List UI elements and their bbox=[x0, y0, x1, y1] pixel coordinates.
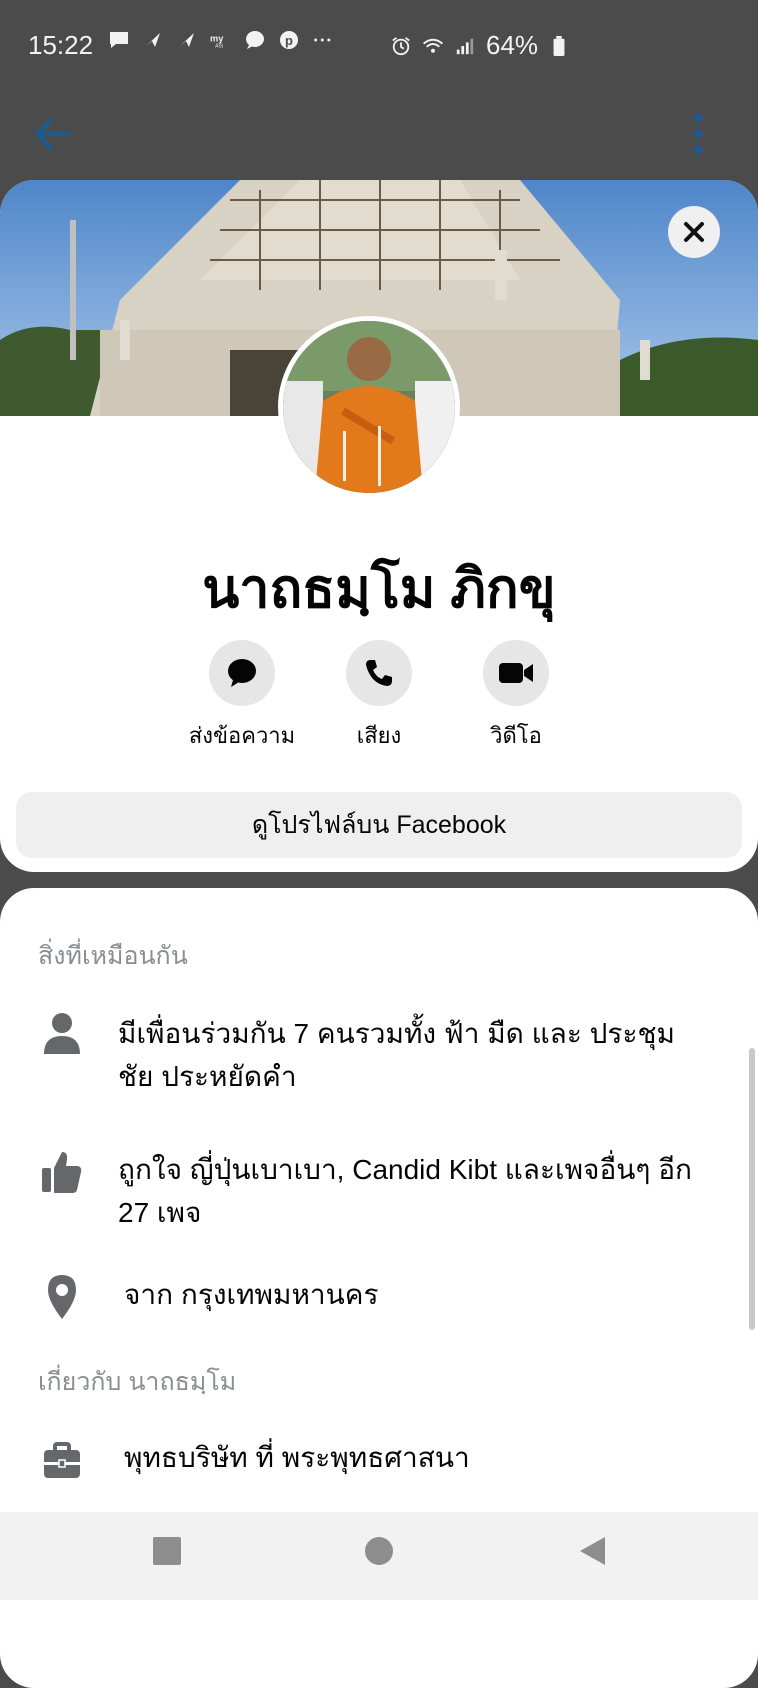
svg-text:AIS: AIS bbox=[215, 44, 224, 50]
notification-icons: my AIS p bbox=[108, 30, 334, 50]
square-icon bbox=[153, 1537, 181, 1565]
battery-percentage: 64% bbox=[486, 30, 539, 60]
profile-name: นาถธมฺโม ภิกขุ bbox=[202, 559, 556, 619]
message-icon bbox=[110, 32, 128, 48]
alarm-icon bbox=[392, 36, 410, 55]
pinterest-icon: p bbox=[280, 31, 298, 49]
signal-icon bbox=[456, 38, 474, 54]
likes-text: ถูกใจ ญี่ปุ่นเบาเบา, Candid Kibt และเพจอ… bbox=[118, 1154, 692, 1228]
close-icon bbox=[684, 222, 704, 242]
video-call-circle bbox=[483, 640, 549, 706]
video-call-label: วิดีโอ bbox=[490, 723, 542, 748]
briefcase-icon bbox=[44, 1442, 80, 1478]
back-nav-button[interactable] bbox=[578, 1536, 608, 1571]
common-section-title: สิ่งที่เหมือนกัน bbox=[38, 942, 188, 970]
battery-icon bbox=[553, 35, 565, 56]
back-button[interactable] bbox=[26, 106, 82, 162]
mutual-friends-text: มีเพื่อนร่วมกัน 7 คนรวมทั้ง ฟ้า มืด และ … bbox=[118, 1018, 675, 1092]
phone-icon bbox=[366, 660, 392, 686]
more-vertical-icon bbox=[693, 113, 703, 155]
scrollbar[interactable] bbox=[749, 1048, 755, 1330]
navigation-icon bbox=[146, 33, 160, 47]
recent-apps-button[interactable] bbox=[152, 1536, 182, 1571]
video-camera-icon bbox=[499, 663, 533, 683]
system-icons: 64% bbox=[390, 30, 570, 61]
message-button[interactable]: ส่งข้อความ bbox=[162, 640, 322, 753]
profile-avatar[interactable] bbox=[278, 316, 460, 498]
messenger-icon bbox=[246, 31, 264, 49]
triangle-back-icon bbox=[580, 1537, 605, 1565]
more-notifications-icon bbox=[314, 38, 331, 42]
voice-call-label: เสียง bbox=[356, 723, 402, 748]
home-button[interactable] bbox=[364, 1536, 394, 1571]
avatar-image bbox=[283, 321, 455, 493]
wifi-icon bbox=[422, 38, 444, 53]
svg-text:p: p bbox=[285, 33, 293, 48]
status-bar: 15:22 my AIS p 64% bbox=[0, 0, 758, 92]
message-bubble-icon bbox=[228, 659, 256, 687]
system-navigation-bar bbox=[0, 1512, 758, 1600]
svg-text:my: my bbox=[210, 34, 224, 44]
more-options-button[interactable] bbox=[680, 106, 716, 162]
action-buttons: ส่งข้อความ เสียง วิดีโอ bbox=[0, 640, 758, 750]
person-icon bbox=[44, 1013, 80, 1054]
location-text: จาก กรุงเทพมหานคร bbox=[124, 1279, 379, 1310]
video-call-button[interactable]: วิดีโอ bbox=[436, 640, 596, 753]
location-pin-icon bbox=[48, 1275, 76, 1319]
message-circle bbox=[209, 640, 275, 706]
work-text: พุทธบริษัท ที่ พระพุทธศาสนา bbox=[124, 1442, 470, 1473]
back-arrow-icon bbox=[34, 117, 71, 151]
status-time: 15:22 bbox=[28, 30, 94, 60]
navigation-icon bbox=[180, 33, 194, 47]
voice-call-button[interactable]: เสียง bbox=[299, 640, 459, 753]
circle-icon bbox=[365, 1537, 393, 1565]
close-button[interactable] bbox=[668, 206, 720, 258]
top-bar bbox=[0, 92, 758, 180]
voice-call-circle bbox=[346, 640, 412, 706]
thumbs-up-icon bbox=[42, 1152, 82, 1193]
my-ais-icon: myAIS bbox=[210, 34, 224, 50]
view-facebook-profile-button[interactable]: ดูโปรไฟล์บน Facebook bbox=[16, 792, 742, 858]
profile-card: นาถธมฺโม ภิกขุ ส่งข้อความ เสียง วิดีโอ ด… bbox=[0, 180, 758, 872]
about-section-title: เกี่ยวกับ นาถธมฺโม bbox=[38, 1368, 237, 1396]
message-label: ส่งข้อความ bbox=[188, 723, 296, 748]
